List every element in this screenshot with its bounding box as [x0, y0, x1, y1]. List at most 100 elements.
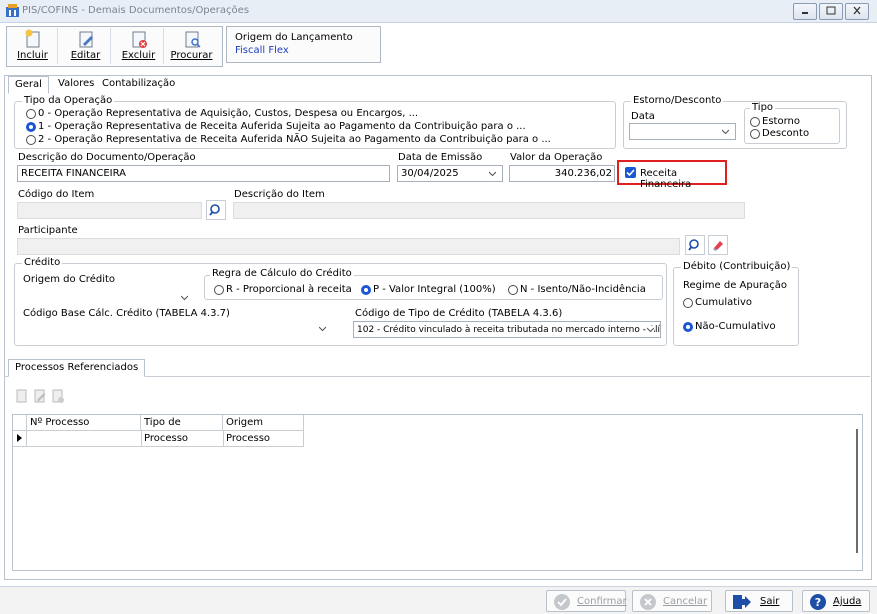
processos-grid: Nº Processo Tipo de Processo Origem Proc…: [12, 414, 863, 571]
descricao-value: RECEITA FINANCEIRA: [21, 168, 127, 179]
close-button[interactable]: [845, 3, 869, 20]
data-emissao-label: Data de Emissão: [398, 152, 483, 163]
table-row[interactable]: [27, 431, 304, 447]
regime-apuracao-label: Regime de Apuração: [683, 280, 788, 291]
maximize-button[interactable]: [819, 3, 843, 20]
tab-contabilizacao[interactable]: Contabilização: [96, 76, 181, 92]
procurar-button[interactable]: Procurar: [167, 28, 216, 64]
valor-operacao-value: 340.236,02: [554, 168, 612, 179]
delete-document-icon[interactable]: [51, 388, 65, 403]
excluir-label: Excluir: [121, 50, 156, 61]
edit-document-icon: [79, 31, 93, 48]
data-emissao-value: 30/04/2025: [401, 168, 459, 179]
new-document-icon: [25, 29, 39, 48]
procurar-label: Procurar: [170, 50, 213, 61]
minimize-button[interactable]: [793, 3, 817, 20]
valor-operacao-label: Valor da Operação: [510, 152, 603, 163]
ajuda-button[interactable]: ? Ajuda: [802, 590, 870, 612]
incluir-button[interactable]: Incluir: [8, 28, 58, 64]
cumulativo-radio[interactable]: [683, 298, 693, 308]
chevron-down-icon: [647, 326, 654, 333]
search-icon: [209, 204, 220, 216]
help-icon: ?: [810, 594, 826, 610]
column-header-origem[interactable]: Origem Processo: [223, 415, 304, 444]
grid-row-header-corner: [13, 415, 27, 431]
tipo-operacao-option-2: 2 - Operação Representativa de Receita A…: [38, 134, 551, 145]
svg-text:?: ?: [815, 596, 821, 609]
search-icon: [688, 239, 699, 251]
ajuda-label: Ajuda: [833, 596, 862, 607]
estorno-label: Estorno/Desconto: [631, 95, 724, 107]
search-document-icon: [185, 31, 200, 48]
tab-processos[interactable]: Processos Referenciados: [8, 359, 146, 377]
descricao-field[interactable]: RECEITA FINANCEIRA: [17, 165, 390, 182]
receita-financeira-checkbox[interactable]: Receita Financeira: [617, 160, 727, 190]
confirmar-button[interactable]: Confirmar: [546, 590, 627, 612]
search-participante-button[interactable]: [685, 235, 705, 255]
chevron-down-icon: [181, 295, 188, 301]
tipo-credito-label: Código de Tipo de Crédito (TABELA 4.3.6): [355, 308, 563, 319]
regra-r-radio[interactable]: [214, 285, 224, 295]
sair-label: Sair: [760, 596, 780, 607]
regra-n-radio[interactable]: [508, 285, 518, 295]
base-calculo-label: Código Base Cálc. Crédito (TABELA 4.3.7): [23, 308, 230, 319]
tipo-estorno-label: Tipo: [750, 102, 776, 114]
tab-geral[interactable]: Geral: [8, 76, 49, 94]
estorno-radio[interactable]: [750, 117, 760, 127]
checkmark-icon: [626, 169, 635, 177]
column-header-numero[interactable]: Nº Processo: [27, 415, 141, 431]
tipo-credito-dropdown[interactable]: 102 - Crédito vinculado à receita tribut…: [353, 321, 661, 338]
cancel-circle-icon: [640, 594, 656, 610]
table-row-indicator[interactable]: [13, 431, 27, 447]
tipo-operacao-option-0: 0 - Operação Representativa de Aquisição…: [38, 108, 419, 119]
bottom-bar: Confirmar Cancelar Sair ? Ajuda: [0, 586, 877, 614]
tipo-credito-value: 102 - Crédito vinculado à receita tribut…: [357, 325, 661, 335]
toolbar: Incluir Editar Excluir Procurar: [6, 26, 223, 67]
regra-calculo-label: Regra de Cálculo do Crédito: [210, 268, 354, 280]
descricao-item-field: [233, 202, 745, 219]
receita-financeira-label: Receita Financeira: [640, 168, 692, 190]
estorno-data-field[interactable]: [629, 123, 736, 140]
descricao-label: Descrição do Documento/Operação: [18, 152, 196, 163]
desconto-option: Desconto: [762, 128, 810, 139]
editar-button[interactable]: Editar: [61, 28, 111, 64]
codigo-item-field[interactable]: [17, 202, 202, 219]
tipo-operacao-radio-1[interactable]: [26, 122, 36, 132]
credito-label: Crédito: [22, 257, 63, 269]
title-bar: PIS/COFINS - Demais Documentos/Operações: [0, 0, 877, 23]
regra-p-option: P - Valor Integral (100%): [373, 284, 496, 295]
tipo-operacao-radio-0[interactable]: [26, 109, 36, 119]
new-document-icon[interactable]: [15, 388, 29, 403]
cancelar-label: Cancelar: [663, 596, 708, 607]
base-calculo-dropdown[interactable]: [22, 321, 332, 338]
chevron-down-icon: [489, 171, 496, 177]
checkbox-checked-icon: [625, 167, 636, 178]
regra-p-radio[interactable]: [361, 285, 371, 295]
window-title: PIS/COFINS - Demais Documentos/Operações: [22, 5, 250, 16]
column-header-tipo[interactable]: Tipo de Processo: [141, 415, 223, 444]
sair-button[interactable]: Sair: [725, 590, 793, 612]
tipo-operacao-radio-2[interactable]: [26, 135, 36, 145]
origem-credito-dropdown[interactable]: [22, 290, 194, 307]
cancelar-button[interactable]: Cancelar: [632, 590, 712, 612]
exit-icon: [733, 595, 751, 609]
cell-divider: [141, 431, 142, 446]
tab-valores[interactable]: Valores: [52, 76, 100, 92]
search-item-button[interactable]: [206, 200, 226, 220]
origem-credito-label: Origem do Crédito: [23, 274, 116, 285]
estorno-data-label: Data: [631, 111, 655, 122]
vertical-scrollbar[interactable]: [856, 429, 858, 553]
desconto-radio[interactable]: [750, 129, 760, 139]
edit-document-icon[interactable]: [33, 388, 47, 403]
valor-operacao-field[interactable]: 340.236,02: [509, 165, 615, 182]
estorno-option: Estorno: [762, 116, 800, 127]
participante-field[interactable]: [17, 238, 680, 255]
clear-participante-button[interactable]: [708, 235, 728, 255]
data-emissao-field[interactable]: 30/04/2025: [397, 165, 503, 182]
editar-label: Editar: [70, 50, 101, 61]
origem-label: Origem do Lançamento: [235, 32, 353, 43]
regra-r-option: R - Proporcional à receita: [226, 284, 352, 295]
origem-lancamento-box: Origem do Lançamento Fiscall Flex: [226, 26, 381, 63]
nao-cumulativo-radio[interactable]: [683, 322, 693, 332]
excluir-button[interactable]: Excluir: [114, 28, 164, 64]
